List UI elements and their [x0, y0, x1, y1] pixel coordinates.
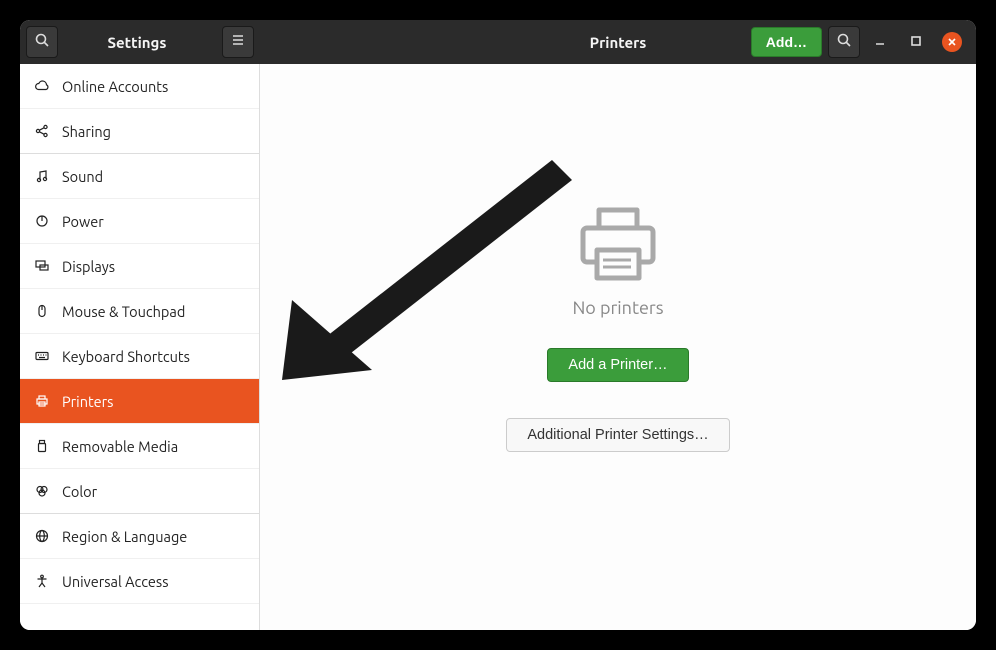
- sidebar-item-label: Sharing: [62, 123, 111, 140]
- hamburger-menu-button[interactable]: [222, 26, 254, 58]
- sidebar-item-label: Mouse & Touchpad: [62, 303, 185, 320]
- sidebar-item-online-accounts[interactable]: Online Accounts: [20, 64, 259, 109]
- mouse-icon: [34, 303, 62, 319]
- sidebar: Online Accounts Sharing Sound Power Disp…: [20, 64, 260, 630]
- sidebar-item-displays[interactable]: Displays: [20, 244, 259, 289]
- titlebar: Settings Printers Add…: [20, 20, 976, 64]
- sidebar-item-label: Sound: [62, 168, 103, 185]
- sidebar-item-power[interactable]: Power: [20, 199, 259, 244]
- sidebar-item-removable-media[interactable]: Removable Media: [20, 424, 259, 469]
- sidebar-item-universal-access[interactable]: Universal Access: [20, 559, 259, 604]
- usb-icon: [34, 438, 62, 454]
- keyboard-icon: [34, 348, 62, 364]
- search-button[interactable]: [26, 26, 58, 58]
- add-printer-button[interactable]: Add a Printer…: [547, 348, 688, 382]
- printer-icon: [34, 393, 62, 409]
- power-icon: [34, 213, 62, 229]
- minimize-button[interactable]: [870, 32, 890, 52]
- sidebar-item-label: Displays: [62, 258, 115, 275]
- maximize-icon: [910, 33, 922, 51]
- close-icon: [947, 33, 957, 51]
- add-button[interactable]: Add…: [751, 27, 822, 57]
- sidebar-item-keyboard-shortcuts[interactable]: Keyboard Shortcuts: [20, 334, 259, 379]
- cloud-icon: [34, 78, 62, 94]
- sidebar-item-label: Online Accounts: [62, 78, 168, 95]
- sidebar-item-mouse-touchpad[interactable]: Mouse & Touchpad: [20, 289, 259, 334]
- titlebar-sidebar-section: Settings: [20, 20, 260, 64]
- settings-window: Settings Printers Add…: [20, 20, 976, 630]
- globe-icon: [34, 528, 62, 544]
- maximize-button[interactable]: [906, 32, 926, 52]
- sidebar-item-label: Printers: [62, 393, 113, 410]
- no-printers-heading: No printers: [572, 298, 663, 318]
- color-icon: [34, 483, 62, 499]
- titlebar-main-section: Printers Add…: [260, 20, 976, 64]
- header-search-button[interactable]: [828, 26, 860, 58]
- sidebar-item-sound[interactable]: Sound: [20, 154, 259, 199]
- sidebar-item-color[interactable]: Color: [20, 469, 259, 514]
- music-note-icon: [34, 168, 62, 184]
- window-controls: [870, 32, 962, 52]
- sidebar-item-region-language[interactable]: Region & Language: [20, 514, 259, 559]
- sidebar-item-label: Universal Access: [62, 573, 169, 590]
- displays-icon: [34, 258, 62, 274]
- search-icon: [34, 32, 50, 52]
- share-icon: [34, 123, 62, 139]
- minimize-icon: [874, 33, 886, 51]
- sidebar-item-label: Region & Language: [62, 528, 187, 545]
- printer-large-icon: [573, 204, 663, 288]
- accessibility-icon: [34, 573, 62, 589]
- search-icon: [836, 32, 852, 52]
- sidebar-item-label: Power: [62, 213, 104, 230]
- close-button[interactable]: [942, 32, 962, 52]
- hamburger-icon: [230, 32, 246, 52]
- additional-printer-settings-button[interactable]: Additional Printer Settings…: [506, 418, 729, 452]
- main-panel: No printers Add a Printer… Additional Pr…: [260, 64, 976, 630]
- sidebar-title: Settings: [58, 34, 216, 51]
- sidebar-item-printers[interactable]: Printers: [20, 379, 259, 424]
- sidebar-item-label: Removable Media: [62, 438, 178, 455]
- sidebar-item-label: Color: [62, 483, 97, 500]
- sidebar-item-label: Keyboard Shortcuts: [62, 348, 190, 365]
- sidebar-item-sharing[interactable]: Sharing: [20, 109, 259, 154]
